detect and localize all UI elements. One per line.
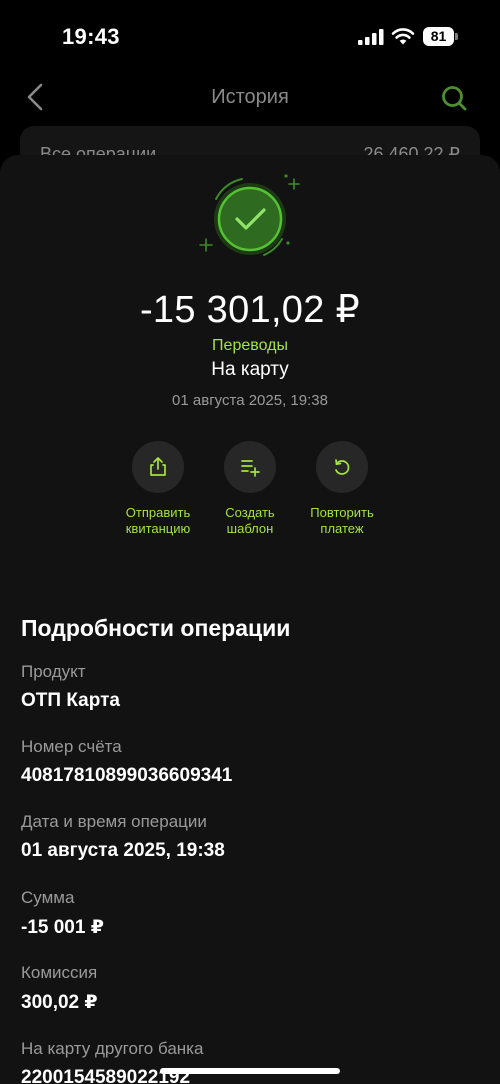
repeat-payment-label: Повторить платеж [310, 505, 374, 536]
detail-value: 01 августа 2025, 19:38 [21, 840, 225, 861]
detail-label: Дата и время операции [21, 812, 207, 831]
send-receipt-circle[interactable] [132, 441, 184, 493]
detail-label: Сумма [21, 888, 75, 907]
status-time: 19:43 [62, 24, 120, 49]
detail-account-number: Номер счёта 40817810899036609341 [21, 737, 481, 787]
detail-datetime: Дата и время операции 01 августа 2025, 1… [21, 812, 481, 862]
operation-details-sheet: -15 301,02 ₽ Переводы На карту 01 август… [0, 155, 500, 1084]
create-template-button[interactable]: Создать шаблон [200, 441, 300, 537]
detail-value: -15 001 ₽ [21, 917, 104, 938]
detail-label: Номер счёта [21, 737, 122, 756]
operation-category[interactable]: Переводы [0, 337, 500, 355]
repeat-payment-button[interactable]: Повторить платеж [292, 441, 392, 537]
repeat-icon [335, 459, 350, 475]
signal-icon [358, 29, 384, 45]
create-template-circle[interactable] [224, 441, 276, 493]
operation-amount: -15 301,02 ₽ [139, 289, 361, 331]
detail-value: 40817810899036609341 [21, 765, 233, 786]
send-receipt-label: Отправить квитанцию [125, 505, 191, 536]
status-bar: 19:43 81 [0, 0, 500, 70]
detail-sum: Сумма -15 001 ₽ [21, 888, 481, 939]
operation-actions: Отправить квитанцию Создать шаблон Повто… [0, 441, 500, 541]
battery-level: 81 [423, 27, 454, 46]
details-title: Подробности операции [21, 615, 291, 641]
detail-commission: Комиссия 300,02 ₽ [21, 963, 481, 1014]
battery-indicator: 81 [423, 27, 459, 46]
search-icon[interactable] [440, 84, 468, 112]
nav-bar: История [0, 70, 500, 126]
detail-product: Продукт ОТП Карта [21, 662, 481, 712]
detail-label: На карту другого банка [21, 1039, 204, 1058]
operation-subtitle: На карту [211, 359, 289, 380]
success-check-icon [199, 174, 300, 256]
page-title: История [211, 86, 289, 108]
detail-value: ОТП Карта [21, 690, 120, 711]
repeat-payment-circle[interactable] [316, 441, 368, 493]
share-icon [150, 457, 166, 476]
operation-datetime: 01 августа 2025, 19:38 [172, 392, 328, 409]
detail-value: 300,02 ₽ [21, 992, 98, 1013]
send-receipt-button[interactable]: Отправить квитанцию [108, 441, 208, 537]
create-template-label: Создать шаблон [225, 505, 275, 536]
home-indicator[interactable] [160, 1068, 340, 1074]
wifi-icon [391, 28, 415, 45]
detail-label: Продукт [21, 662, 86, 681]
battery-tip [455, 33, 458, 40]
detail-label: Комиссия [21, 963, 98, 982]
template-add-icon [241, 460, 260, 477]
detail-destination-card: На карту другого банка 2200154589022192 [21, 1039, 481, 1084]
